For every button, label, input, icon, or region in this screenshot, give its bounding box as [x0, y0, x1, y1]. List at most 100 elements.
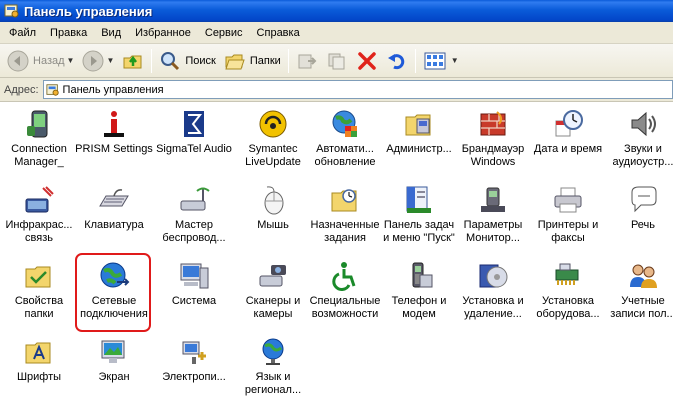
power-icon	[182, 341, 206, 364]
toolbar: Назад ▼ ▼ Поиск Папки ▼	[0, 44, 673, 78]
item-sigmatel-audio[interactable]: SigmaTel Audio	[155, 104, 233, 174]
item-label: Установка оборудова...	[536, 295, 600, 320]
delete-button[interactable]	[352, 47, 382, 75]
sigmatel-icon	[184, 111, 204, 137]
up-button[interactable]	[118, 47, 148, 75]
item-administrative-tools[interactable]: Администр...	[380, 104, 458, 174]
taskbar-icon	[406, 186, 431, 213]
item-speech[interactable]: Речь	[604, 180, 673, 250]
undo-button[interactable]	[382, 47, 412, 75]
display-icon	[101, 340, 125, 363]
folders-button[interactable]: Папки	[220, 47, 285, 75]
item-printers-faxes[interactable]: Принтеры и факсы	[529, 180, 607, 250]
search-button[interactable]: Поиск	[155, 47, 219, 75]
item-user-accounts[interactable]: Учетные записи пол...	[604, 256, 673, 326]
mouse-icon	[264, 186, 284, 215]
menu-view[interactable]: Вид	[94, 25, 128, 41]
search-icon	[161, 51, 180, 70]
item-add-remove-programs[interactable]: Установка и удаление...	[454, 256, 532, 326]
scheduled-tasks-icon	[331, 189, 357, 212]
control-panel-icon	[4, 4, 19, 18]
item-label: Звуки и аудиоустр...	[612, 143, 673, 168]
views-icon	[424, 52, 446, 69]
menu-edit[interactable]: Правка	[43, 25, 94, 41]
item-taskbar-start-menu[interactable]: Панель задач и меню "Пуск"	[380, 180, 458, 250]
liveupdate-icon	[259, 110, 287, 138]
item-modem-parameters[interactable]: Параметры Монитор...	[454, 180, 532, 250]
item-automatic-updates[interactable]: Автомати... обновление	[306, 104, 384, 174]
item-prism-settings[interactable]: PRISM Settings	[75, 104, 153, 174]
item-label: PRISM Settings	[75, 143, 153, 155]
item-label: Клавиатура	[84, 219, 144, 231]
item-label: Шрифты	[16, 371, 62, 383]
address-bar: Адрес: Панель управления	[0, 78, 673, 102]
back-label: Назад	[33, 54, 65, 67]
phone-modem-icon	[481, 187, 505, 212]
folder-up-icon	[123, 55, 142, 68]
item-date-time[interactable]: Дата и время	[529, 104, 607, 174]
move-to-button[interactable]	[292, 47, 322, 75]
language-icon	[262, 338, 284, 365]
item-mouse[interactable]: Мышь	[234, 180, 312, 250]
forward-arrow-icon	[82, 50, 104, 71]
folders-icon	[225, 54, 245, 69]
item-label: Symantec LiveUpdate	[245, 143, 301, 168]
item-display[interactable]: Экран	[75, 332, 153, 401]
control-panel-icon	[45, 83, 59, 96]
item-scheduled-tasks[interactable]: Назначенные задания	[306, 180, 384, 250]
item-wireless-wizard[interactable]: Мастер беспровод...	[155, 180, 233, 250]
item-sounds-audio[interactable]: Звуки и аудиоустр...	[604, 104, 673, 174]
item-label: Панель задач и меню "Пуск"	[383, 219, 455, 244]
item-regional-language[interactable]: Язык и регионал...	[234, 332, 312, 401]
folder-options-icon	[25, 266, 51, 288]
address-input[interactable]: Панель управления	[42, 80, 673, 99]
folders-label: Папки	[249, 54, 281, 67]
views-dropdown-icon[interactable]: ▼	[451, 56, 459, 65]
toolbar-separator	[414, 48, 416, 73]
item-connection-manager[interactable]: Connection Manager_	[0, 104, 78, 174]
globe-update-icon	[332, 110, 357, 137]
item-add-hardware[interactable]: Установка оборудова...	[529, 256, 607, 326]
item-symantec-liveupdate[interactable]: Symantec LiveUpdate	[234, 104, 312, 174]
item-label: Мастер беспровод...	[162, 219, 226, 244]
item-scanners-cameras[interactable]: Сканеры и камеры	[234, 256, 312, 326]
item-folder-options[interactable]: Свойства папки	[0, 256, 78, 326]
item-windows-firewall[interactable]: Брандмауэр Windows	[454, 104, 532, 174]
menu-file[interactable]: Файл	[2, 25, 43, 41]
clock-icon	[555, 110, 583, 137]
item-label: Мышь	[257, 219, 289, 231]
back-dropdown-icon[interactable]: ▼	[67, 56, 75, 65]
users-icon	[630, 264, 657, 288]
item-infrared[interactable]: Инфракрас... связь	[0, 180, 78, 250]
forward-dropdown-icon[interactable]: ▼	[106, 56, 114, 65]
item-label: SigmaTel Audio	[156, 143, 232, 155]
item-fonts[interactable]: Шрифты	[0, 332, 78, 401]
item-power-options[interactable]: Электропи...	[155, 332, 233, 401]
search-label: Поиск	[185, 54, 216, 67]
firewall-icon	[480, 111, 506, 136]
menu-tools[interactable]: Сервис	[198, 25, 250, 41]
speaker-icon	[631, 111, 656, 137]
views-button[interactable]: ▼	[419, 47, 463, 75]
item-accessibility[interactable]: Специальные возможности	[306, 256, 384, 326]
item-label: Дата и время	[533, 143, 603, 155]
system-icon	[180, 263, 209, 289]
menu-favorites[interactable]: Избранное	[128, 25, 198, 41]
toolbar-separator	[287, 48, 289, 73]
move-to-icon	[298, 54, 317, 68]
item-label: Система	[171, 295, 217, 307]
item-label: Брандмауэр Windows	[461, 143, 525, 168]
item-phone-modem[interactable]: Телефон и модем	[380, 256, 458, 326]
forward-button[interactable]: ▼	[78, 47, 118, 75]
item-keyboard[interactable]: Клавиатура	[75, 180, 153, 250]
item-system[interactable]: Система	[155, 256, 233, 326]
menu-bar: Файл Правка Вид Избранное Сервис Справка	[0, 22, 673, 44]
copy-to-button[interactable]	[322, 47, 352, 75]
infrared-icon	[25, 186, 54, 213]
menu-help[interactable]: Справка	[250, 25, 307, 41]
speech-icon	[631, 186, 657, 213]
item-label: Установка и удаление...	[462, 295, 524, 320]
back-button[interactable]: Назад ▼	[3, 47, 78, 75]
item-label: Язык и регионал...	[244, 371, 302, 396]
title-bar[interactable]: Панель управления	[0, 0, 673, 22]
